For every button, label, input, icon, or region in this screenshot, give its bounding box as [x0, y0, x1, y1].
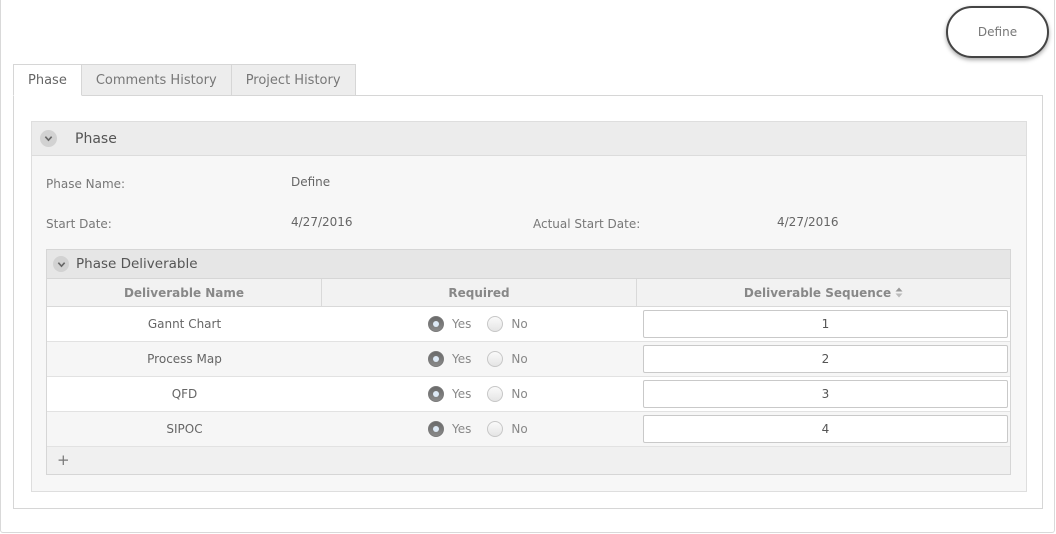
- phase-section-header[interactable]: Phase: [32, 122, 1026, 156]
- yes-label: Yes: [452, 387, 472, 401]
- radio-checked-icon[interactable]: [428, 421, 444, 437]
- no-label: No: [511, 352, 528, 366]
- phase-deliverable-title: Phase Deliverable: [76, 256, 198, 272]
- radio-checked-icon[interactable]: [428, 386, 444, 402]
- deliverable-name: Process Map: [147, 352, 222, 366]
- tab-project-history[interactable]: Project History: [231, 64, 356, 96]
- grid-header-row: Deliverable Name Required Deliverable Se…: [47, 279, 1010, 307]
- add-deliverable-button[interactable]: +: [57, 453, 70, 468]
- yes-label: Yes: [452, 422, 472, 436]
- required-no-radio[interactable]: No: [487, 316, 528, 332]
- start-date-label: Start Date:: [46, 217, 112, 231]
- column-header-label: Deliverable Sequence: [743, 285, 892, 300]
- sequence-input[interactable]: [643, 415, 1008, 443]
- required-no-radio[interactable]: No: [487, 351, 528, 367]
- required-yes-radio[interactable]: Yes: [428, 386, 471, 402]
- table-row: QFD Yes No: [47, 377, 1010, 412]
- sequence-input[interactable]: [643, 345, 1008, 373]
- table-row: SIPOC Yes No: [47, 412, 1010, 447]
- phase-deliverable-header[interactable]: Phase Deliverable: [47, 250, 1010, 279]
- radio-unchecked-icon[interactable]: [487, 386, 504, 402]
- column-header-required[interactable]: Required: [322, 279, 637, 306]
- chevron-down-icon[interactable]: [53, 256, 69, 272]
- required-radio-group: Yes No: [322, 342, 637, 376]
- sort-icon[interactable]: [895, 287, 903, 298]
- grid-footer: +: [47, 447, 1010, 474]
- tab-comments-history[interactable]: Comments History: [81, 64, 232, 96]
- required-yes-radio[interactable]: Yes: [428, 316, 471, 332]
- table-row: Gannt Chart Yes No: [47, 307, 1010, 342]
- phase-deliverable-grid: Phase Deliverable Deliverable Name Requi…: [46, 249, 1011, 475]
- sequence-cell: [637, 377, 1010, 411]
- deliverable-name: SIPOC: [166, 422, 203, 436]
- column-header-deliverable-sequence[interactable]: Deliverable Sequence: [637, 279, 1010, 306]
- phase-section-title: Phase: [75, 130, 117, 147]
- column-header-deliverable-name[interactable]: Deliverable Name: [47, 279, 322, 306]
- tab-bar: Phase Comments History Project History: [13, 64, 356, 96]
- sequence-cell: [637, 342, 1010, 376]
- sequence-cell: [637, 412, 1010, 446]
- required-radio-group: Yes No: [322, 307, 637, 341]
- required-yes-radio[interactable]: Yes: [428, 421, 471, 437]
- actual-start-date-value: 4/27/2016: [777, 215, 839, 229]
- no-label: No: [511, 387, 528, 401]
- table-row: Process Map Yes No: [47, 342, 1010, 377]
- phase-name-label: Phase Name:: [46, 177, 126, 191]
- chevron-down-icon[interactable]: [40, 130, 57, 147]
- radio-unchecked-icon[interactable]: [487, 316, 504, 332]
- required-yes-radio[interactable]: Yes: [428, 351, 471, 367]
- sequence-cell: [637, 307, 1010, 341]
- tab-phase[interactable]: Phase: [13, 64, 82, 96]
- radio-checked-icon[interactable]: [428, 351, 444, 367]
- radio-unchecked-icon[interactable]: [487, 351, 504, 367]
- radio-unchecked-icon[interactable]: [487, 421, 504, 437]
- define-phase-button[interactable]: Define: [946, 6, 1049, 58]
- phase-name-value: Define: [291, 175, 331, 189]
- required-no-radio[interactable]: No: [487, 386, 528, 402]
- yes-label: Yes: [452, 317, 472, 331]
- deliverable-name: QFD: [171, 387, 198, 401]
- actual-start-date-label: Actual Start Date:: [533, 217, 641, 231]
- required-radio-group: Yes No: [322, 412, 637, 446]
- start-date-value: 4/27/2016: [291, 215, 353, 229]
- no-label: No: [511, 422, 528, 436]
- yes-label: Yes: [452, 352, 472, 366]
- required-radio-group: Yes No: [322, 377, 637, 411]
- tab-panel-phase: Phase Phase Name: Define Start Date: 4/2…: [13, 95, 1043, 509]
- required-no-radio[interactable]: No: [487, 421, 528, 437]
- radio-checked-icon[interactable]: [428, 316, 444, 332]
- deliverable-name: Gannt Chart: [147, 317, 222, 331]
- no-label: No: [511, 317, 528, 331]
- sequence-input[interactable]: [643, 310, 1008, 338]
- phase-section: Phase Phase Name: Define Start Date: 4/2…: [31, 121, 1027, 492]
- sequence-input[interactable]: [643, 380, 1008, 408]
